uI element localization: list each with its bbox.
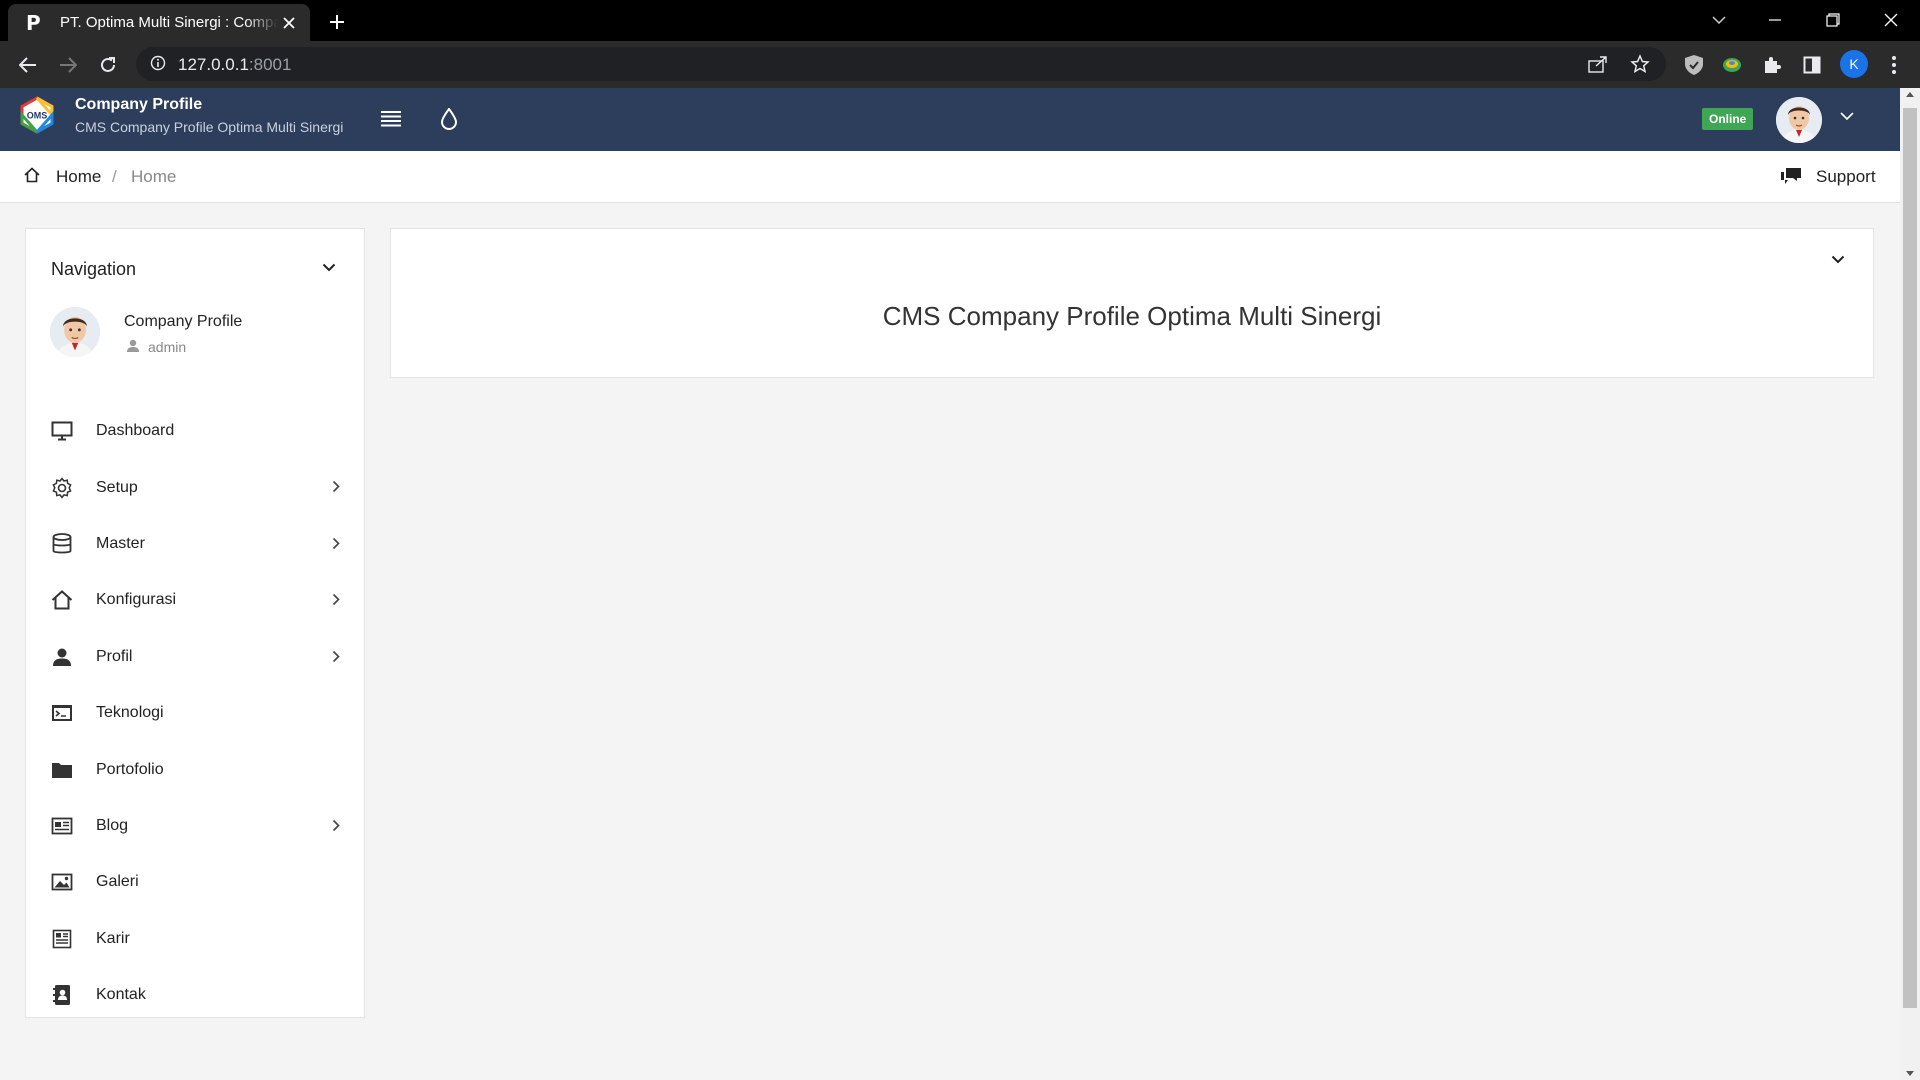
support-link[interactable]: Support	[1816, 167, 1876, 187]
sidebar-item-label: Galeri	[96, 873, 139, 891]
user-icon	[126, 339, 140, 352]
url-host: 127.0.0.1	[178, 55, 249, 74]
main-panel: CMS Company Profile Optima Multi Sinergi	[390, 228, 1874, 378]
sidebar-item-teknologi[interactable]: Teknologi	[26, 685, 364, 741]
close-window-icon[interactable]	[1874, 6, 1908, 34]
scroll-down-icon[interactable]	[1906, 1071, 1914, 1076]
database-icon	[50, 532, 74, 556]
side-panel-icon[interactable]	[1798, 51, 1826, 79]
chevron-right-icon	[332, 650, 340, 663]
chevron-down-icon[interactable]	[322, 263, 336, 272]
brand-subtitle: CMS Company Profile Optima Multi Sinergi	[75, 119, 344, 135]
chevron-right-icon	[332, 819, 340, 832]
document-icon	[50, 927, 74, 951]
oms-logo[interactable]: OMS	[18, 96, 56, 134]
browser-menu-icon[interactable]	[1880, 51, 1908, 79]
sidebar-user-role: admin	[148, 339, 187, 355]
brand-title: Company Profile	[75, 96, 203, 113]
logo-text: OMS	[27, 111, 48, 121]
chevron-right-icon	[332, 593, 340, 606]
sidebar-item-label: Portofolio	[96, 760, 164, 778]
sidebar-navigation: Navigation Company Profile admin Dashboa…	[25, 228, 365, 1018]
sidebar-item-label: Karir	[96, 929, 130, 947]
address-bar[interactable]: 127.0.0.1:8001	[136, 47, 1666, 81]
reload-icon[interactable]	[94, 51, 122, 79]
profile-avatar[interactable]: K	[1840, 50, 1868, 78]
sidebar-item-label: Kontak	[96, 986, 146, 1004]
gear-icon	[50, 476, 74, 500]
browser-tab-bar: P PT. Optima Multi Sinergi : Company Pro…	[0, 0, 1920, 41]
address-book-icon	[50, 983, 74, 1007]
scroll-thumb[interactable]	[1903, 108, 1917, 1008]
sidebar-item-setup[interactable]: Setup	[26, 459, 364, 515]
breadcrumb-home-link[interactable]: Home	[56, 167, 101, 187]
sidebar-item-blog[interactable]: Blog	[26, 798, 364, 854]
user-menu-chevron-icon[interactable]	[1840, 112, 1854, 120]
image-icon	[50, 870, 74, 894]
breadcrumb: Home / Home Support	[0, 151, 1900, 203]
url-port: :8001	[248, 55, 292, 74]
sidebar-item-label: Setup	[96, 478, 138, 496]
tab-search-icon[interactable]	[1702, 6, 1736, 34]
bookmark-star-icon[interactable]	[1630, 54, 1650, 74]
hamburger-menu-icon[interactable]	[380, 108, 402, 130]
sidebar-item-kontak[interactable]: Kontak	[26, 967, 364, 1023]
breadcrumb-current: Home	[131, 167, 177, 186]
restore-icon[interactable]	[1816, 6, 1850, 34]
app-viewport: OMS Company Profile CMS Company Profile …	[0, 88, 1920, 1080]
chevron-right-icon	[332, 537, 340, 550]
page-title: CMS Company Profile Optima Multi Sinergi	[882, 301, 1382, 331]
color-extension-icon[interactable]	[1718, 51, 1746, 79]
theme-drop-icon[interactable]	[440, 108, 462, 130]
sidebar-item-profil[interactable]: Profil	[26, 629, 364, 685]
sidebar-item-master[interactable]: Master	[26, 516, 364, 572]
new-tab-icon[interactable]	[325, 10, 349, 34]
status-badge: Online	[1702, 108, 1754, 130]
folder-icon	[50, 758, 74, 782]
sidebar-item-label: Konfigurasi	[96, 591, 177, 609]
chevron-right-icon	[332, 480, 340, 493]
back-icon[interactable]	[14, 51, 42, 79]
home-icon	[50, 588, 74, 612]
scroll-up-icon[interactable]	[1906, 92, 1914, 97]
shield-extension-icon[interactable]	[1680, 51, 1708, 79]
site-info-icon[interactable]	[150, 55, 166, 71]
page-scrollbar[interactable]	[1900, 88, 1920, 1080]
forward-icon[interactable]	[54, 51, 82, 79]
browser-tab[interactable]: P PT. Optima Multi Sinergi : Company Pro…	[8, 4, 310, 41]
app-header: OMS Company Profile CMS Company Profile …	[0, 88, 1900, 151]
sidebar-item-label: Teknologi	[96, 704, 164, 722]
minimize-icon[interactable]	[1758, 6, 1792, 34]
tab-favicon-icon: P	[26, 10, 41, 35]
newspaper-icon	[50, 814, 74, 838]
extensions-puzzle-icon[interactable]	[1758, 51, 1786, 79]
tab-title: PT. Optima Multi Sinergi : Company Profi…	[60, 14, 278, 31]
breadcrumb-separator: /	[112, 167, 117, 186]
chevron-down-icon[interactable]	[1831, 255, 1845, 264]
user-icon	[50, 645, 74, 669]
share-icon[interactable]	[1588, 55, 1608, 73]
sidebar-item-portofolio[interactable]: Portofolio	[26, 741, 364, 797]
monitor-icon	[50, 419, 74, 443]
header-avatar[interactable]	[1776, 97, 1822, 143]
browser-toolbar: 127.0.0.1:8001 K	[0, 41, 1920, 88]
sidebar-item-karir[interactable]: Karir	[26, 911, 364, 967]
tab-close-icon[interactable]	[278, 12, 300, 34]
home-icon[interactable]	[24, 167, 40, 183]
sidebar-menu: Dashboard Setup Master Konfigurasi Profi…	[26, 403, 364, 1023]
url-text: 127.0.0.1:8001	[178, 55, 291, 75]
sidebar-item-label: Dashboard	[96, 422, 175, 440]
sidebar-user-name: Company Profile	[124, 313, 243, 330]
navigation-title: Navigation	[51, 259, 137, 279]
chat-support-icon[interactable]	[1780, 167, 1802, 185]
terminal-icon	[50, 701, 74, 725]
sidebar-item-dashboard[interactable]: Dashboard	[26, 403, 364, 459]
sidebar-item-label: Blog	[96, 816, 129, 834]
sidebar-user-avatar	[50, 307, 100, 357]
sidebar-item-label: Master	[96, 534, 145, 552]
sidebar-item-konfigurasi[interactable]: Konfigurasi	[26, 572, 364, 628]
sidebar-item-galeri[interactable]: Galeri	[26, 854, 364, 910]
sidebar-item-label: Profil	[96, 647, 133, 665]
